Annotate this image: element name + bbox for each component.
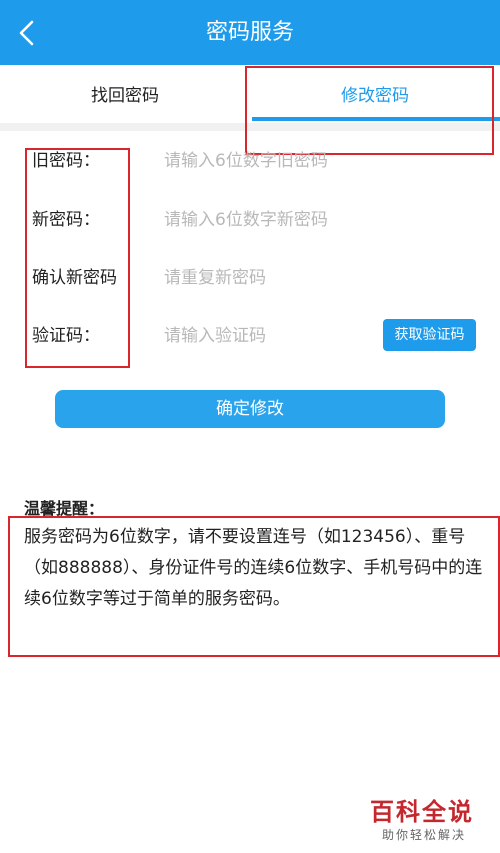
- verify-code-label: 验证码：: [32, 326, 100, 346]
- old-password-row: 旧密码：: [0, 132, 500, 190]
- page-title: 密码服务: [205, 20, 294, 45]
- tips-title: 温馨提醒：: [24, 499, 105, 518]
- confirm-password-label: 确认新密码: [32, 268, 117, 288]
- confirm-password-row: 确认新密码: [0, 249, 500, 307]
- get-verify-code-button[interactable]: 获取验证码: [383, 319, 476, 351]
- confirm-modify-button[interactable]: 确定修改: [55, 390, 445, 428]
- verify-code-input[interactable]: [160, 321, 368, 351]
- tab-find-password[interactable]: 找回密码: [0, 65, 250, 125]
- confirm-password-input[interactable]: [160, 263, 378, 293]
- new-password-input[interactable]: [160, 205, 378, 235]
- watermark-logo: 百科全说: [370, 798, 474, 826]
- header-bar: 密码服务: [0, 0, 500, 65]
- old-password-input[interactable]: [160, 146, 378, 176]
- old-password-label: 旧密码：: [32, 151, 100, 171]
- new-password-row: 新密码：: [0, 191, 500, 249]
- tips-body: 服务密码为6位数字，请不要设置连号（如123456）、重号（如888888）、身…: [24, 527, 483, 609]
- watermark-subtitle: 助你轻松解决: [382, 828, 467, 842]
- new-password-label: 新密码：: [32, 210, 100, 230]
